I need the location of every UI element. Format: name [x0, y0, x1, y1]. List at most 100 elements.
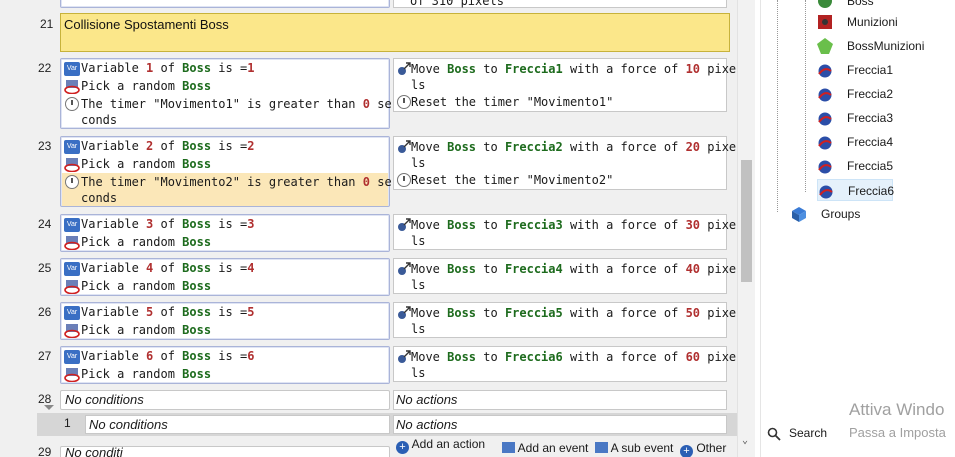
pick-random-icon	[64, 158, 80, 172]
action-move-to[interactable]: Move Boss to Freccia5 with a force of 50…	[411, 305, 736, 337]
condition-pick-random[interactable]: Pick a random Boss	[81, 366, 387, 384]
plus-icon: +	[680, 445, 693, 457]
condition-pick-random[interactable]: Pick a random Boss	[81, 278, 387, 296]
vertical-scrollbar[interactable]: ⌄	[737, 0, 755, 457]
variable-icon: Var	[64, 218, 80, 232]
action-move-to[interactable]: Move Boss to Freccia1 with a force of 10…	[411, 61, 736, 93]
condition-variable[interactable]: Variable 2 of Boss is =2	[81, 138, 387, 156]
tree-item-label: Freccia5	[847, 159, 894, 173]
action-reset-timer[interactable]: Reset the timer "Movimento1"	[411, 94, 724, 112]
actions-box[interactable]: No actions	[393, 415, 727, 434]
search-icon	[767, 427, 781, 441]
arrow-sprite-icon	[818, 136, 832, 150]
pick-random-icon	[64, 80, 80, 94]
actions-box[interactable]: Move Boss to Freccia6 with a force of 60…	[393, 346, 736, 382]
event-number: 26	[38, 305, 52, 319]
actions-box[interactable]: Move Boss to Freccia2 with a force of 20…	[393, 136, 736, 190]
action-move-to[interactable]: Move Boss to Freccia2 with a force of 20…	[411, 139, 736, 171]
tree-item-label: Freccia6	[848, 184, 895, 198]
plus-icon: +	[396, 441, 409, 454]
group-title[interactable]: Collisione Spostamenti Boss	[60, 13, 730, 52]
arrow-sprite-icon	[818, 64, 832, 78]
variable-icon: Var	[64, 306, 80, 320]
variable-icon: Var	[64, 62, 80, 76]
event-number: 22	[38, 61, 52, 75]
sub-event-number: 1	[64, 416, 71, 430]
event-number: 24	[38, 217, 52, 231]
add-event-button[interactable]: Add an event	[502, 441, 588, 455]
tree-item-selected[interactable]: Freccia6	[817, 179, 895, 201]
conditions-box[interactable]: Var Variable 5 of Boss is =5 Pick a rand…	[60, 302, 390, 340]
search-field[interactable]: Search	[761, 421, 841, 447]
ammo-icon	[818, 15, 832, 29]
previous-fragment-text: of 310 pixels	[410, 0, 504, 8]
conditions-box[interactable]: No conditions	[60, 390, 390, 410]
action-move-to[interactable]: Move Boss to Freccia6 with a force of 60…	[411, 349, 736, 381]
boss-icon	[818, 0, 832, 8]
scroll-down-icon[interactable]: ⌄	[742, 435, 748, 446]
actions-box[interactable]: Move Boss to Freccia1 with a force of 10…	[393, 58, 736, 112]
action-move-to[interactable]: Move Boss to Freccia4 with a force of 40…	[411, 261, 736, 293]
tree-item-label: Freccia4	[847, 135, 894, 149]
condition-variable[interactable]: Variable 5 of Boss is =5	[81, 304, 387, 322]
add-event-icon	[502, 442, 515, 453]
groups-label: Groups	[821, 207, 861, 221]
no-conditions-label: No conditions	[89, 417, 168, 432]
condition-variable[interactable]: Variable 1 of Boss is =1	[81, 60, 387, 78]
condition-pick-random[interactable]: Pick a random Boss	[81, 78, 387, 96]
timer-icon	[65, 175, 79, 189]
condition-pick-random[interactable]: Pick a random Boss	[81, 156, 387, 174]
event-number: 23	[38, 139, 52, 153]
conditions-box[interactable]: Var Variable 4 of Boss is =4 Pick a rand…	[60, 258, 390, 296]
arrow-sprite-icon	[818, 88, 832, 102]
arrow-sprite-icon	[818, 112, 832, 126]
add-action-button[interactable]: + Add an action	[396, 437, 485, 454]
event-number: 28	[38, 392, 52, 406]
condition-variable[interactable]: Variable 6 of Boss is =6	[81, 348, 387, 366]
move-to-icon	[398, 62, 411, 75]
variable-icon: Var	[64, 350, 80, 364]
actions-box[interactable]: Move Boss to Freccia4 with a force of 40…	[393, 258, 736, 294]
condition-timer[interactable]: The timer "Movimento1" is greater than 0…	[81, 96, 392, 128]
conditions-box[interactable]: Var Variable 2 of Boss is =2 Pick a rand…	[60, 136, 392, 207]
tree-item-label: Munizioni	[847, 15, 898, 29]
event-number: 21	[40, 17, 54, 31]
tree-item-label: BossMunizioni	[847, 39, 925, 53]
previous-event-condition-fragment[interactable]	[60, 0, 390, 8]
condition-pick-random[interactable]: Pick a random Boss	[81, 234, 387, 252]
action-move-to[interactable]: Move Boss to Freccia3 with a force of 30…	[411, 217, 736, 249]
other-label: Other	[696, 441, 727, 455]
scrollbar-thumb[interactable]	[741, 160, 752, 282]
condition-variable[interactable]: Variable 3 of Boss is =3	[81, 216, 387, 234]
conditions-box[interactable]: No conditions	[85, 415, 390, 434]
move-to-icon	[398, 262, 411, 275]
objects-tree-panel: Boss Munizioni BossMunizioni Freccia1 Fr…	[760, 0, 955, 457]
search-label: Search	[789, 426, 828, 440]
conditions-box[interactable]: Var Variable 3 of Boss is =3 Pick a rand…	[60, 214, 390, 252]
condition-timer[interactable]: The timer "Movimento2" is greater than 0…	[81, 174, 392, 206]
pick-random-icon	[64, 280, 80, 294]
pick-random-icon	[64, 324, 80, 338]
conditions-box[interactable]: No conditi	[60, 445, 390, 457]
event-number: 29	[38, 445, 52, 457]
conditions-box[interactable]: Var Variable 1 of Boss is =1 Pick a rand…	[60, 58, 392, 129]
collapse-arrow-icon[interactable]	[44, 405, 54, 410]
no-actions-label: No actions	[396, 392, 458, 407]
arrow-sprite-icon	[819, 185, 833, 199]
sub-event-row[interactable]: 1 No conditions No actions	[37, 413, 737, 436]
event-number: 27	[38, 349, 52, 363]
action-reset-timer[interactable]: Reset the timer "Movimento2"	[411, 172, 724, 190]
next-fragment-label: No conditi	[65, 445, 123, 457]
actions-box[interactable]: Move Boss to Freccia3 with a force of 30…	[393, 214, 736, 250]
conditions-box[interactable]: Var Variable 6 of Boss is =6 Pick a rand…	[60, 346, 390, 384]
timer-icon	[65, 97, 79, 111]
actions-box[interactable]: No actions	[393, 390, 727, 410]
condition-variable[interactable]: Variable 4 of Boss is =4	[81, 260, 387, 278]
add-sub-event-button[interactable]: A sub event	[595, 441, 673, 455]
move-to-icon	[398, 306, 411, 319]
move-to-icon	[398, 218, 411, 231]
other-button[interactable]: + Other	[680, 441, 726, 457]
actions-box[interactable]: Move Boss to Freccia5 with a force of 50…	[393, 302, 736, 338]
condition-pick-random[interactable]: Pick a random Boss	[81, 322, 387, 340]
add-action-label: Add an action	[411, 437, 486, 451]
